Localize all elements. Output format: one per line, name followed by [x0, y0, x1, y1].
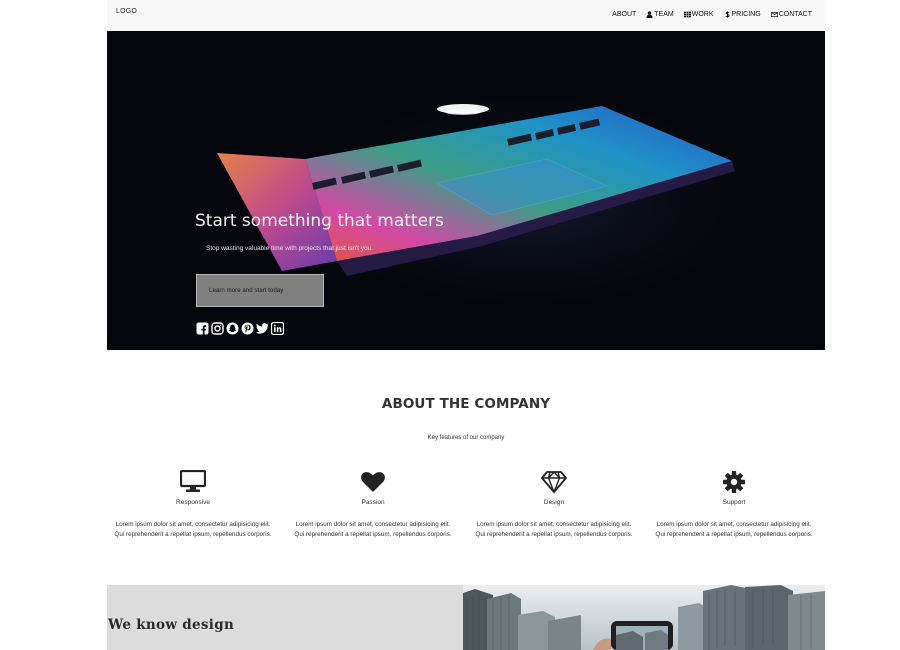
heart-icon	[360, 470, 386, 494]
nav-link-contact[interactable]: CONTACT	[770, 11, 812, 18]
hero-section: Start something that matters Stop wastin…	[107, 31, 825, 350]
social-icons	[196, 322, 284, 335]
feature-card: Design Lorem ipsum dolor sit amet, conse…	[472, 470, 636, 540]
page: LOGO ABOUT TEAM WORK PRICING CONTACT Sta…	[107, 0, 825, 650]
about-subtitle: Key features of our company	[427, 435, 505, 441]
design-section: We know design	[107, 585, 463, 650]
nav-link-team[interactable]: TEAM	[646, 11, 674, 18]
about-title: ABOUT THE COMPANY	[381, 396, 551, 412]
nav-link-label: CONTACT	[778, 11, 812, 18]
gear-icon	[721, 470, 747, 494]
nav-link-label: TEAM	[654, 11, 674, 18]
user-icon	[646, 11, 653, 18]
feature-card: Support Lorem ipsum dolor sit amet, cons…	[652, 470, 816, 540]
linkedin-icon[interactable]	[271, 322, 284, 335]
feature-name: Design	[543, 499, 565, 506]
nav-link-about[interactable]: ABOUT	[612, 11, 636, 18]
feature-card: Passion Lorem ipsum dolor sit amet, cons…	[291, 470, 455, 540]
city-phone-image	[463, 585, 825, 650]
snapchat-icon[interactable]	[226, 322, 239, 335]
feature-name: Responsive	[176, 499, 210, 506]
pinterest-icon[interactable]	[241, 322, 254, 335]
hero-subtitle: Stop wasting valuable time with projects…	[206, 245, 374, 252]
nav-link-pricing[interactable]: PRICING	[724, 11, 761, 18]
envelope-icon	[770, 11, 778, 18]
nav-links: ABOUT TEAM WORK PRICING CONTACT	[612, 11, 812, 18]
facebook-icon[interactable]	[196, 322, 209, 335]
features-row: Responsive Lorem ipsum dolor sit amet, c…	[107, 470, 825, 560]
feature-card: Responsive Lorem ipsum dolor sit amet, c…	[111, 470, 275, 540]
feature-text: Lorem ipsum dolor sit amet, consectetur …	[475, 521, 633, 539]
nav-link-work[interactable]: WORK	[683, 11, 714, 18]
diamond-icon	[541, 470, 567, 494]
feature-text: Lorem ipsum dolor sit amet, consectetur …	[114, 521, 272, 539]
nav-link-label: PRICING	[731, 11, 761, 18]
learn-more-button[interactable]: Learn more and start today	[196, 274, 324, 307]
dollar-icon	[724, 11, 731, 18]
hero-title: Start something that matters	[195, 211, 444, 231]
nav-link-label: ABOUT	[612, 11, 637, 18]
feature-text: Lorem ipsum dolor sit amet, consectetur …	[294, 521, 452, 539]
section-title: We know design	[108, 617, 235, 633]
instagram-icon[interactable]	[211, 322, 224, 335]
twitter-icon[interactable]	[256, 322, 269, 335]
feature-name: Support	[722, 499, 746, 506]
nav-link-label: WORK	[691, 11, 714, 18]
feature-text: Lorem ipsum dolor sit amet, consectetur …	[655, 521, 813, 539]
feature-name: Passion	[361, 499, 385, 506]
navbar: LOGO ABOUT TEAM WORK PRICING CONTACT	[107, 0, 825, 31]
desktop-icon	[180, 470, 206, 494]
grid-icon	[683, 11, 691, 18]
logo[interactable]: LOGO	[116, 8, 137, 15]
